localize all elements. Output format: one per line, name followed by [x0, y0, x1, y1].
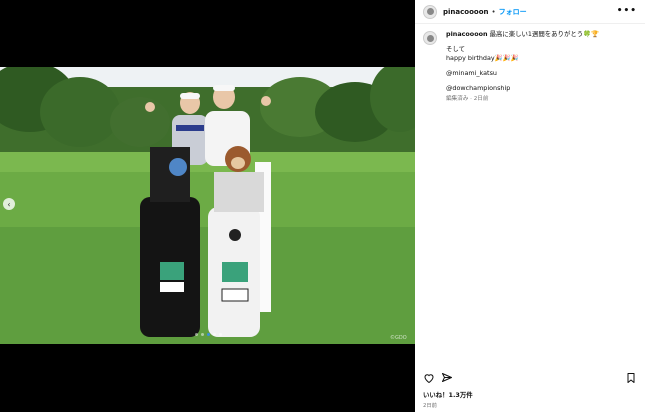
carousel-dot-active: [207, 333, 210, 336]
post-media: ‹ ©GDO: [0, 0, 415, 412]
caption-line: happy birthday🎉🎉🎉: [446, 54, 519, 62]
photo-credit: ©GDO: [390, 335, 407, 341]
golf-photo-illustration: [0, 67, 415, 344]
share-icon[interactable]: [441, 372, 453, 384]
carousel-dot: [213, 333, 216, 336]
avatar-icon: [426, 8, 434, 15]
separator-dot: •: [491, 7, 496, 16]
avatar-icon: [426, 34, 434, 42]
carousel-indicator: [195, 333, 222, 336]
caption-meta: 編集済み · 2日前: [446, 96, 489, 102]
bookmark-icon[interactable]: [625, 372, 637, 384]
caption-text: pinacoooon 最高に楽しい1週間をありがとう🍀🏆 そして happy b…: [446, 30, 637, 104]
carousel-prev-button[interactable]: ‹: [3, 198, 15, 210]
carousel-dot: [195, 333, 198, 336]
instagram-post-window: ‹ ©GDO pinacoooon • フォロー ••• pinacoooon …: [0, 0, 645, 412]
mention-link[interactable]: @minami_katsu: [446, 69, 637, 78]
caption-line: 最高に楽しい1週間をありがとう🍀🏆: [489, 30, 600, 38]
mention-link[interactable]: @dowchampionship: [446, 84, 637, 93]
caption-block: pinacoooon 最高に楽しい1週間をありがとう🍀🏆 そして happy b…: [423, 30, 637, 104]
caption-line: そして: [446, 45, 465, 53]
post-photo[interactable]: [0, 67, 415, 344]
username-link[interactable]: pinacoooon: [443, 8, 489, 16]
follow-button[interactable]: フォロー: [499, 7, 527, 17]
avatar[interactable]: [423, 31, 437, 45]
post-date: 2日前: [423, 403, 437, 409]
caption-username-link[interactable]: pinacoooon: [446, 30, 488, 38]
more-options-icon[interactable]: •••: [617, 6, 637, 16]
avatar[interactable]: [423, 4, 437, 19]
carousel-dot: [219, 333, 222, 336]
action-bar: [423, 372, 637, 386]
chevron-left-icon: ‹: [7, 199, 11, 209]
post-side-panel: pinacoooon • フォロー ••• pinacoooon 最高に楽しい1…: [415, 0, 645, 412]
post-header: pinacoooon • フォロー •••: [415, 0, 645, 24]
carousel-dot: [201, 333, 204, 336]
like-count[interactable]: いいね！1.3万件: [423, 390, 473, 399]
heart-icon[interactable]: [423, 372, 435, 384]
